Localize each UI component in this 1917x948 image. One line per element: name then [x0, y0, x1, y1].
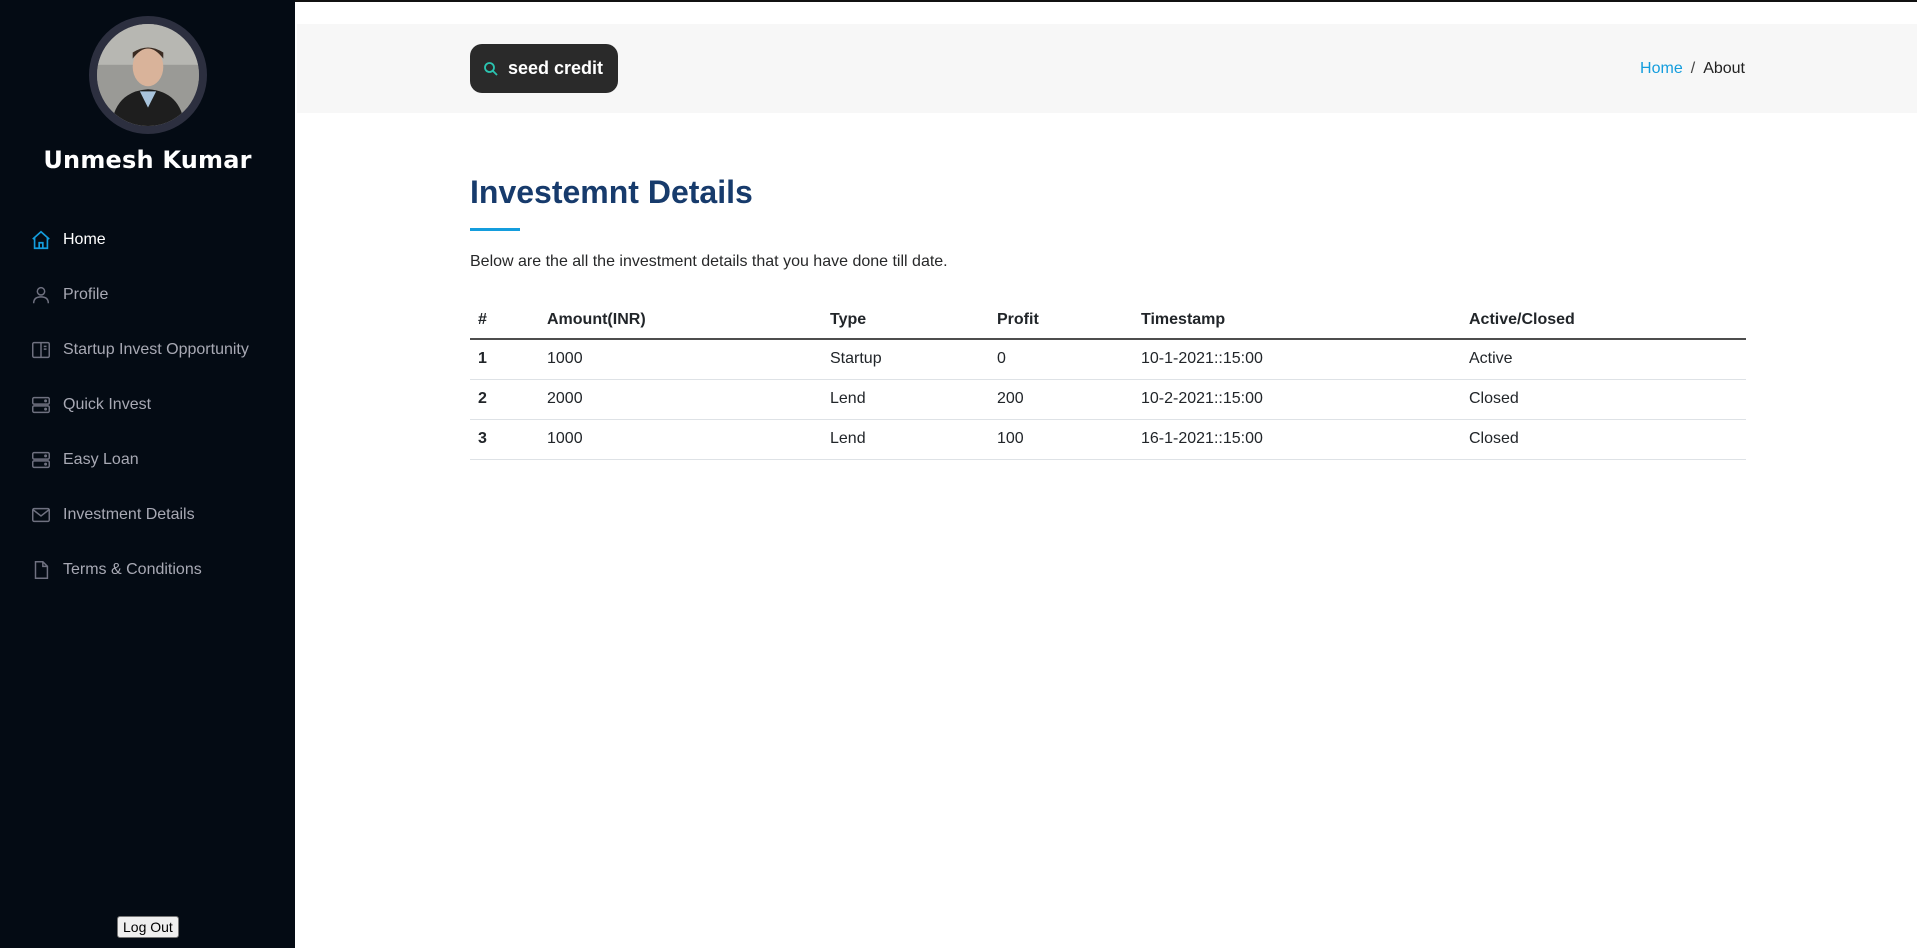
main-content: Investemnt Details Below are the all the… — [470, 170, 1746, 460]
table-row: 2 2000 Lend 200 10-2-2021::15:00 Closed — [470, 379, 1746, 420]
sidebar-item-label: Home — [63, 230, 106, 248]
sidebar-item-label: Easy Loan — [63, 450, 139, 468]
user-name: Unmesh Kumar — [43, 146, 252, 174]
sidebar-item-label: Quick Invest — [63, 395, 152, 413]
breadcrumb-home-link[interactable]: Home — [1640, 60, 1683, 77]
table-header-row: # Amount(INR) Type Profit Timestamp Acti… — [470, 301, 1746, 340]
sidebar-item-home[interactable]: Home — [0, 212, 295, 267]
server-icon — [30, 449, 52, 471]
table-cell-index: 1 — [470, 339, 539, 380]
table-cell-timestamp: 10-2-2021::15:00 — [1133, 379, 1461, 420]
table-cell-index: 2 — [470, 379, 539, 420]
table-row: 3 1000 Lend 100 16-1-2021::15:00 Closed — [470, 419, 1746, 460]
table-cell-type: Startup — [822, 339, 989, 380]
sidebar-item-easy-loan[interactable]: Easy Loan — [0, 432, 295, 487]
home-icon — [30, 229, 52, 251]
sidebar-nav: Home Profile Startup Invest Opportunity … — [0, 212, 295, 597]
table-cell-profit: 0 — [989, 339, 1133, 380]
column-header: # — [470, 301, 539, 340]
column-header: Type — [822, 301, 989, 340]
sidebar-item-label: Terms & Conditions — [63, 560, 202, 578]
page-title: Investemnt Details — [470, 174, 753, 210]
sidebar-item-profile[interactable]: Profile — [0, 267, 295, 322]
table-cell-status: Active — [1461, 339, 1746, 380]
envelope-icon — [30, 504, 52, 526]
table-cell-timestamp: 10-1-2021::15:00 — [1133, 339, 1461, 380]
column-header: Timestamp — [1133, 301, 1461, 340]
table-cell-profit: 100 — [989, 419, 1133, 460]
table-cell-amount: 1000 — [539, 339, 822, 380]
table-cell-profit: 200 — [989, 379, 1133, 420]
profile-photo — [97, 24, 199, 126]
sidebar-item-investment-details[interactable]: Investment Details — [0, 487, 295, 542]
table-cell-amount: 1000 — [539, 419, 822, 460]
brand-button[interactable]: seed credit — [470, 44, 618, 93]
sidebar-item-terms[interactable]: Terms & Conditions — [0, 542, 295, 597]
title-underline — [470, 228, 520, 231]
intro-text: Below are the all the investment details… — [470, 253, 948, 270]
search-icon — [483, 61, 499, 77]
top-border — [295, 0, 1917, 2]
column-header: Amount(INR) — [539, 301, 822, 340]
table-row: 1 1000 Startup 0 10-1-2021::15:00 Active — [470, 339, 1746, 380]
file-icon — [30, 559, 52, 581]
sidebar-item-quick-invest[interactable]: Quick Invest — [0, 377, 295, 432]
table-cell-amount: 2000 — [539, 379, 822, 420]
sidebar-item-label: Profile — [63, 285, 109, 303]
breadcrumb: Home / About — [1640, 60, 1745, 78]
person-icon — [30, 284, 52, 306]
sidebar-item-label: Investment Details — [63, 505, 195, 523]
table-cell-timestamp: 16-1-2021::15:00 — [1133, 419, 1461, 460]
avatar[interactable] — [89, 16, 207, 134]
table-cell-index: 3 — [470, 419, 539, 460]
server-icon — [30, 394, 52, 416]
sidebar-item-label: Startup Invest Opportunity — [63, 340, 249, 358]
brand-label: seed credit — [508, 58, 604, 78]
table-cell-status: Closed — [1461, 379, 1746, 420]
column-header: Active/Closed — [1461, 301, 1746, 340]
sidebar-item-startup-invest[interactable]: Startup Invest Opportunity — [0, 322, 295, 377]
table-cell-type: Lend — [822, 379, 989, 420]
breadcrumb-current: About — [1703, 60, 1745, 77]
table-cell-status: Closed — [1461, 419, 1746, 460]
sidebar: Unmesh Kumar Home Profile Startup Invest… — [0, 0, 295, 948]
book-icon — [30, 339, 52, 361]
logout-button[interactable]: Log Out — [117, 916, 179, 938]
breadcrumb-separator: / — [1690, 60, 1696, 77]
investment-table: # Amount(INR) Type Profit Timestamp Acti… — [470, 301, 1746, 460]
table-cell-type: Lend — [822, 419, 989, 460]
column-header: Profit — [989, 301, 1133, 340]
